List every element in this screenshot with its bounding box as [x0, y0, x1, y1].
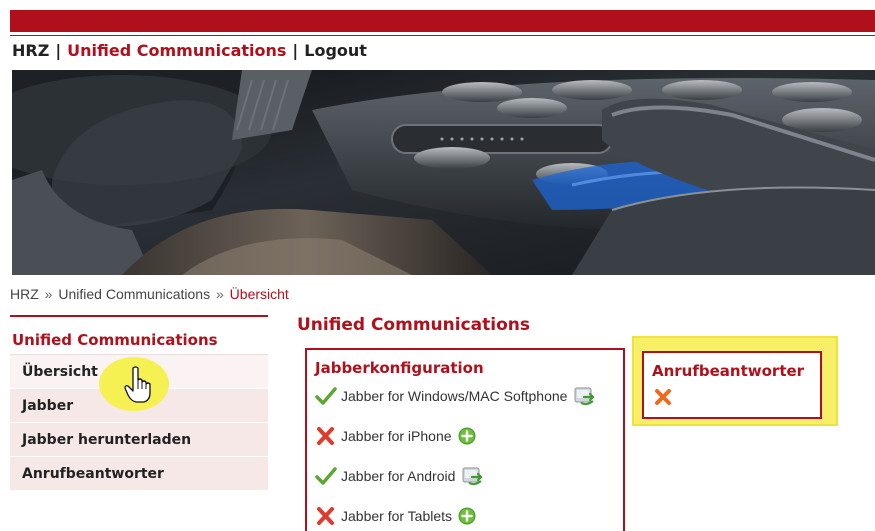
- configure-icon[interactable]: [461, 465, 485, 487]
- breadcrumb-separator: »: [215, 286, 224, 302]
- check-icon: [315, 387, 337, 405]
- configure-icon[interactable]: [573, 385, 597, 407]
- hand-pointer-icon: [124, 366, 151, 403]
- nav-link-hrz[interactable]: HRZ: [12, 41, 49, 60]
- voicemail-title: Anrufbeantworter: [652, 362, 805, 380]
- jabber-config-panel: Jabberkonfiguration Jabber for Windows/M…: [305, 348, 625, 531]
- jabber-config-title: Jabberkonfiguration: [315, 359, 484, 377]
- nav-link-unified-communications[interactable]: Unified Communications: [67, 41, 286, 60]
- sidebar-item-jabber-herunterladen[interactable]: Jabber herunterladen: [10, 423, 268, 457]
- cross-icon: [317, 427, 334, 445]
- page-title: Unified Communications: [297, 315, 530, 335]
- breadcrumb-separator: »: [44, 286, 53, 302]
- header-red-strip: [10, 10, 875, 32]
- sidebar-item-anrufbeantworter[interactable]: Anrufbeantworter: [10, 457, 268, 491]
- breadcrumb: HRZ » Unified Communications » Übersicht: [10, 286, 289, 302]
- jabber-row-tablets: Jabber for Tablets: [315, 504, 476, 528]
- jabber-row-android: Jabber for Android: [315, 464, 485, 488]
- jabber-row-iphone: Jabber for iPhone: [315, 424, 476, 448]
- jabber-row-label: Jabber for iPhone: [341, 428, 452, 444]
- sidebar-title: Unified Communications: [10, 317, 268, 355]
- header-bar: [0, 0, 875, 38]
- breadcrumb-item-current[interactable]: Übersicht: [230, 286, 289, 302]
- nav-link-logout[interactable]: Logout: [304, 41, 367, 60]
- voicemail-panel: Anrufbeantworter: [642, 351, 822, 419]
- header-banner-image: [12, 70, 875, 275]
- cross-icon: [655, 389, 671, 405]
- add-icon[interactable]: [458, 427, 476, 445]
- top-navigation: HRZ | Unified Communications | Logout: [12, 41, 367, 60]
- cross-icon: [317, 507, 334, 525]
- check-icon: [315, 467, 337, 485]
- nav-separator: |: [55, 41, 62, 60]
- breadcrumb-item-unified-communications[interactable]: Unified Communications: [58, 286, 210, 302]
- breadcrumb-item-hrz[interactable]: HRZ: [10, 286, 39, 302]
- header-divider: [10, 35, 875, 36]
- jabber-row-label: Jabber for Windows/MAC Softphone: [341, 388, 568, 404]
- phone-keypad-photo: [12, 70, 875, 275]
- nav-separator: |: [292, 41, 299, 60]
- add-icon[interactable]: [458, 507, 476, 525]
- jabber-row-windows-mac: Jabber for Windows/MAC Softphone: [315, 384, 597, 408]
- jabber-row-label: Jabber for Android: [341, 468, 456, 484]
- voicemail-highlight: Anrufbeantworter: [632, 336, 838, 426]
- jabber-row-label: Jabber for Tablets: [341, 508, 453, 524]
